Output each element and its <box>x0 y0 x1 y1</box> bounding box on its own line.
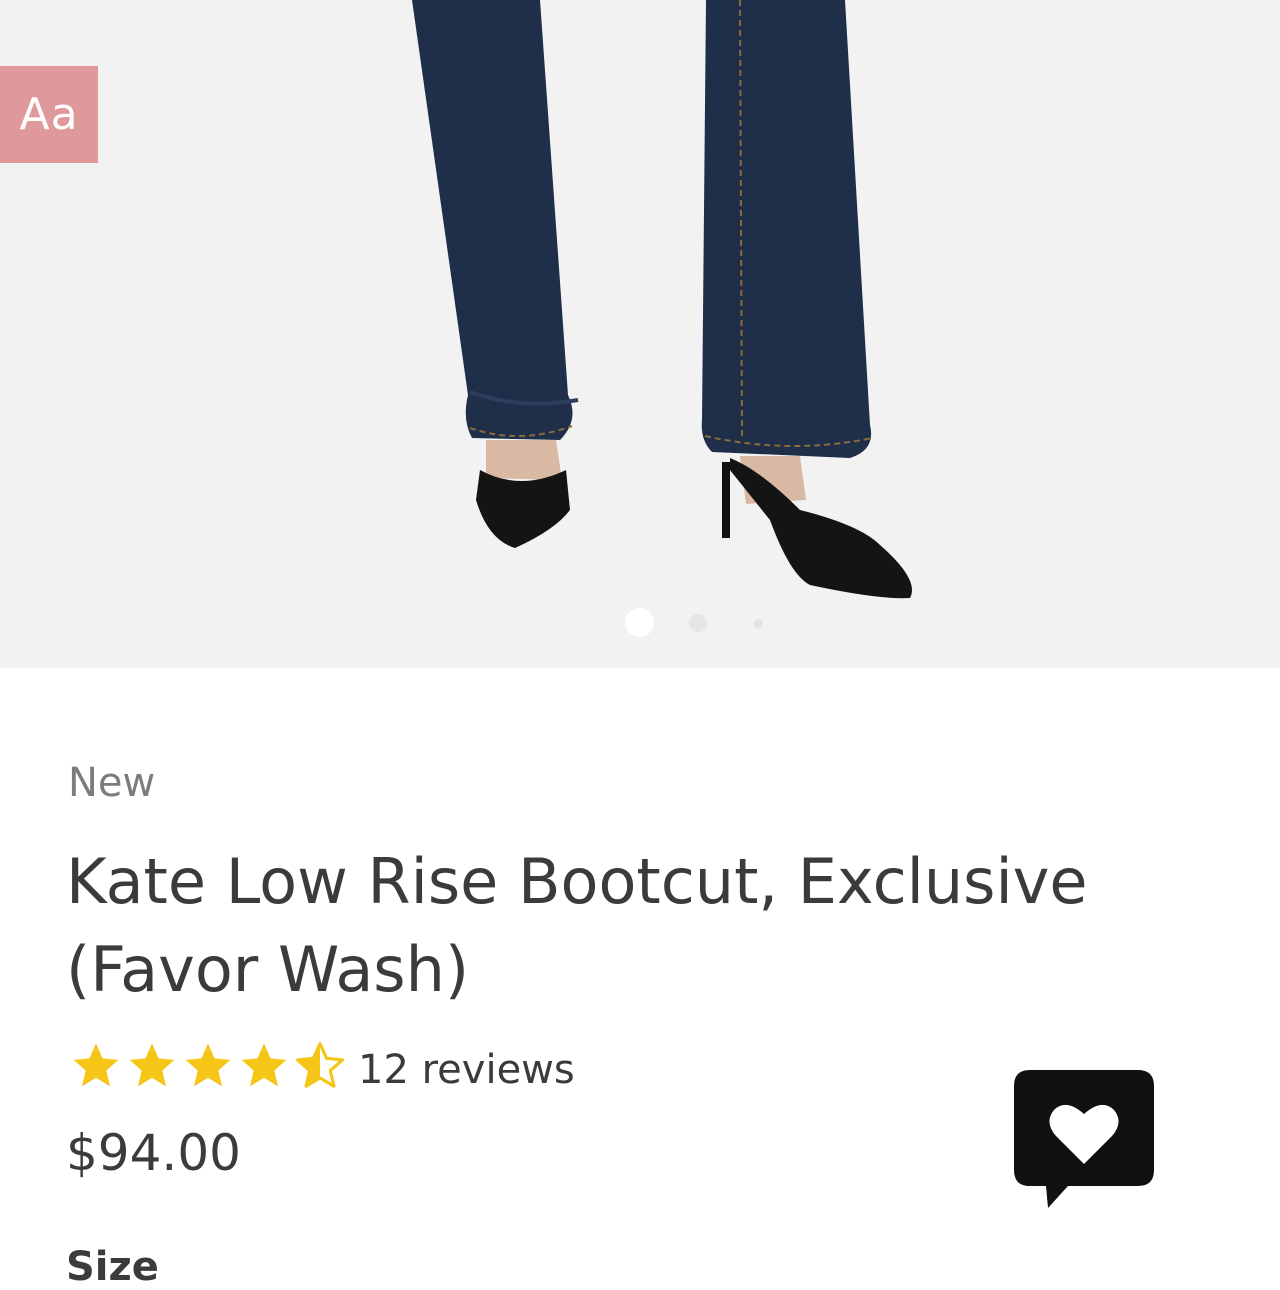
product-image-gallery[interactable]: Aa <box>0 0 1280 668</box>
gallery-dot-3[interactable] <box>754 619 763 628</box>
star-icon <box>129 1043 175 1087</box>
star-half-icon <box>295 1041 345 1088</box>
product-photo <box>412 0 912 599</box>
new-badge: New <box>68 760 156 806</box>
gallery-dot-2[interactable] <box>689 614 707 632</box>
gallery-dot-1[interactable] <box>625 608 654 637</box>
size-option-label: Size <box>66 1244 159 1290</box>
heart-chat-icon <box>1014 1070 1154 1208</box>
font-size-toggle-button[interactable]: Aa <box>0 66 98 163</box>
favorite-chat-button[interactable] <box>1010 1066 1158 1214</box>
product-rating[interactable]: 12 reviews <box>68 1036 575 1096</box>
review-count-link[interactable]: 12 reviews <box>358 1047 575 1093</box>
star-icon <box>241 1043 287 1087</box>
rating-stars <box>68 1039 348 1093</box>
gallery-pagination <box>0 606 1280 638</box>
star-icon <box>185 1043 231 1087</box>
product-title: Kate Low Rise Bootcut, Exclusive (Favor … <box>66 845 1088 1006</box>
product-price: $94.00 <box>66 1124 241 1182</box>
star-icon <box>73 1043 119 1087</box>
